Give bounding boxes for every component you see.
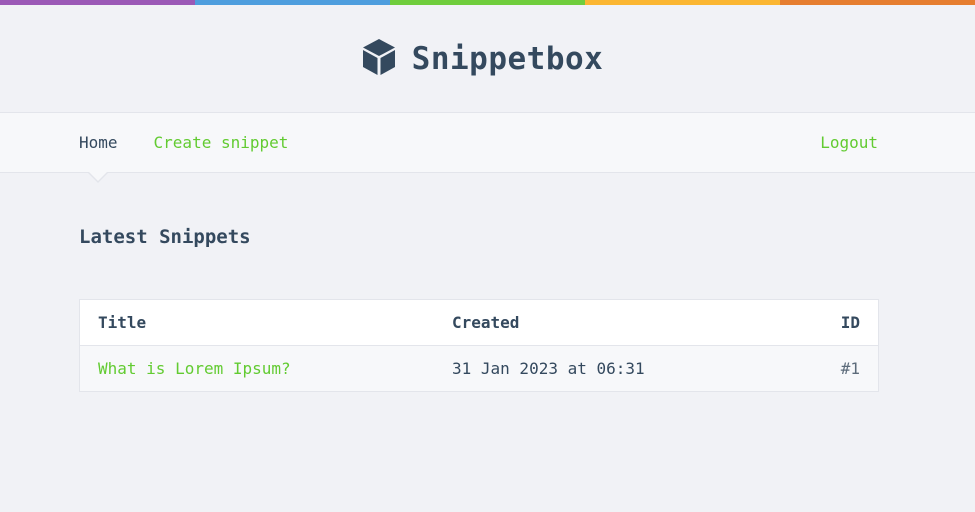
rainbow-segment-green <box>390 0 585 5</box>
rainbow-bar <box>0 0 975 5</box>
rainbow-segment-orange <box>780 0 975 5</box>
active-nav-indicator <box>87 171 109 183</box>
snippet-id: #1 <box>840 359 860 378</box>
table-row: What is Lorem Ipsum? 31 Jan 2023 at 06:3… <box>79 345 879 392</box>
nav-home-link[interactable]: Home <box>79 133 118 152</box>
main-content: Latest Snippets Title Created ID What is… <box>0 225 975 392</box>
page-heading: Latest Snippets <box>79 226 251 248</box>
nav-logout-link[interactable]: Logout <box>820 133 878 152</box>
column-header-title: Title <box>98 313 147 332</box>
snippets-table: Title Created ID What is Lorem Ipsum? 31… <box>79 299 879 392</box>
snippet-title-link[interactable]: What is Lorem Ipsum? <box>80 346 435 392</box>
snippet-created-date: 31 Jan 2023 at 06:31 <box>452 359 645 378</box>
rainbow-segment-yellow <box>585 0 780 5</box>
column-header-created: Created <box>452 313 520 332</box>
rainbow-segment-blue <box>195 0 390 5</box>
brand-link[interactable]: Snippetbox <box>362 38 604 80</box>
column-header-id: ID <box>840 313 860 332</box>
site-title: Snippetbox <box>411 40 604 77</box>
nav-create-snippet-link[interactable]: Create snippet <box>154 133 289 152</box>
rainbow-segment-purple <box>0 0 195 5</box>
main-nav: Home Create snippet Logout <box>0 113 975 183</box>
table-header-row: Title Created ID <box>80 300 879 346</box>
site-header: Snippetbox <box>0 5 975 113</box>
cube-icon <box>362 38 396 80</box>
